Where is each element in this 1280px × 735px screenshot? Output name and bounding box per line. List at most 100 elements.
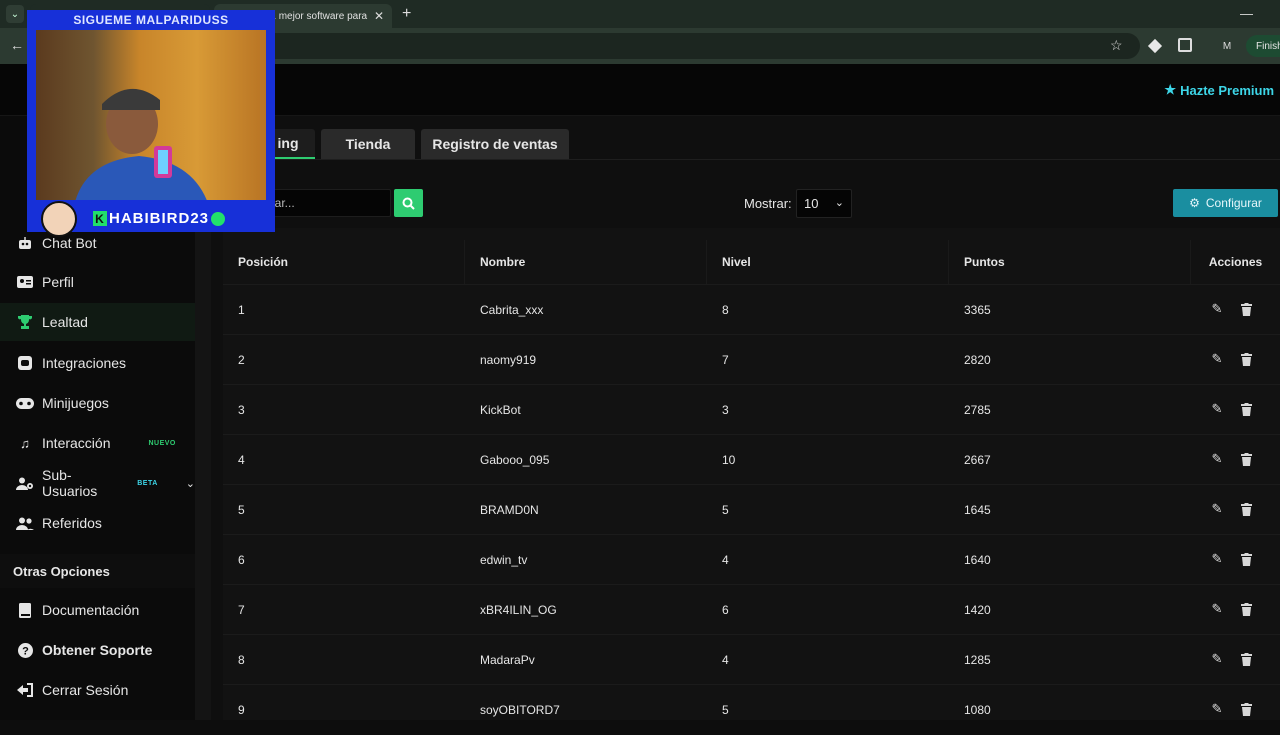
cell-nombre: Gabooo_095 — [480, 453, 550, 467]
configure-button[interactable]: ⚙ Configurar — [1173, 189, 1278, 217]
cell-posicion: 6 — [238, 553, 245, 567]
profile-avatar[interactable]: M — [1218, 37, 1236, 55]
sidebar-item-perfil[interactable]: Perfil — [0, 263, 195, 301]
tab-registro-de-ventas[interactable]: Registro de ventas — [421, 129, 569, 159]
cell-posicion: 2 — [238, 353, 245, 367]
cell-nivel: 3 — [722, 403, 729, 417]
edit-icon[interactable]: ✎ — [1210, 601, 1224, 616]
sidebar-item-lealtad[interactable]: Lealtad — [0, 303, 195, 341]
cell-puntos: 1645 — [964, 503, 991, 517]
question-icon: ? — [16, 642, 34, 658]
sidebar-item-cerrar-sesion[interactable]: Cerrar Sesión — [0, 671, 195, 709]
cell-nombre: edwin_tv — [480, 553, 528, 567]
table-row: 3 KickBot 3 2785 ✎ — [223, 384, 1280, 434]
sidebar-item-label: Lealtad — [42, 314, 88, 330]
edit-icon[interactable]: ✎ — [1210, 301, 1224, 316]
trash-icon[interactable] — [1239, 602, 1253, 616]
cell-posicion: 7 — [238, 603, 245, 617]
cell-nombre: BRAMD0N — [480, 503, 539, 517]
kick-logo-icon: K — [93, 211, 107, 226]
chevron-down-icon[interactable]: ⌄ — [186, 477, 195, 490]
edit-icon[interactable]: ✎ — [1210, 651, 1224, 666]
table-row: 5 BRAMD0N 5 1645 ✎ — [223, 484, 1280, 534]
edit-icon[interactable]: ✎ — [1210, 501, 1224, 516]
close-tab-icon[interactable]: ✕ — [374, 9, 384, 23]
cell-nivel: 10 — [722, 453, 736, 467]
table-row: 6 edwin_tv 4 1640 ✎ — [223, 534, 1280, 584]
trash-icon[interactable] — [1239, 402, 1253, 416]
sidebar-item-label: Documentación — [42, 602, 140, 618]
cell-nombre: xBR4ILIN_OG — [480, 603, 557, 617]
cell-nivel: 7 — [722, 353, 729, 367]
premium-label: Hazte Premium — [1180, 82, 1274, 98]
sidebar-item-minijuegos[interactable]: Minijuegos — [0, 384, 195, 422]
sidebar-item-label: Sub-Usuarios — [42, 467, 98, 499]
edit-icon[interactable]: ✎ — [1210, 351, 1224, 366]
cell-posicion: 8 — [238, 653, 245, 667]
cell-puntos: 3365 — [964, 303, 991, 317]
sidebar-item-label: Interacción — [42, 435, 111, 451]
music-icon: ♫ — [20, 435, 30, 451]
verified-check-icon — [211, 211, 226, 226]
trash-icon[interactable] — [1239, 502, 1253, 516]
cell-nivel: 5 — [722, 703, 729, 717]
trash-icon[interactable] — [1239, 452, 1253, 466]
column-header-nivel: Nivel — [707, 240, 949, 284]
sidebar-item-documentacion[interactable]: Documentación — [0, 591, 195, 629]
extension-diamond-icon[interactable] — [1147, 38, 1163, 54]
show-entries-value: 10 — [804, 196, 819, 211]
premium-link[interactable]: ★ Hazte Premium — [1164, 82, 1274, 98]
cell-nivel: 4 — [722, 653, 729, 667]
cell-puntos: 1080 — [964, 703, 991, 717]
cell-nombre: KickBot — [480, 403, 521, 417]
sidebar-item-label: Chat Bot — [42, 235, 97, 251]
gamepad-icon — [16, 396, 34, 410]
bookmark-star-icon[interactable]: ☆ — [1110, 37, 1123, 54]
trash-icon[interactable] — [1239, 302, 1253, 316]
column-header-nombre: Nombre — [465, 240, 707, 284]
finish-update-button[interactable]: Finish — [1246, 35, 1280, 57]
extensions-puzzle-icon[interactable] — [1178, 38, 1192, 52]
cell-puntos: 2785 — [964, 403, 991, 417]
tab-tienda[interactable]: Tienda — [321, 129, 415, 159]
table-row: 2 naomy919 7 2820 ✎ — [223, 334, 1280, 384]
robot-icon — [16, 236, 34, 250]
cell-posicion: 1 — [238, 303, 245, 317]
sidebar-item-label: Minijuegos — [42, 395, 109, 411]
trash-icon[interactable] — [1239, 552, 1253, 566]
streamer-avatar — [41, 201, 77, 237]
edit-icon[interactable]: ✎ — [1210, 551, 1224, 566]
edit-icon[interactable]: ✎ — [1210, 401, 1224, 416]
edit-icon[interactable]: ✎ — [1210, 701, 1224, 716]
column-header-acciones: Acciones — [1208, 255, 1263, 269]
back-arrow-icon[interactable]: ← — [10, 37, 24, 53]
sidebar-item-integraciones[interactable]: Integraciones — [0, 344, 195, 382]
sidebar-item-obtener-soporte[interactable]: ? Obtener Soporte — [0, 631, 195, 669]
cell-posicion: 5 — [238, 503, 245, 517]
sidebar-item-referidos[interactable]: Referidos — [0, 504, 195, 542]
svg-text:?: ? — [22, 645, 29, 657]
column-header-posicion: Posición — [223, 240, 465, 284]
sidebar-item-label: Cerrar Sesión — [42, 682, 129, 698]
trash-icon[interactable] — [1239, 702, 1253, 716]
table-row: 9 soyOBITORD7 5 1080 ✎ — [223, 684, 1280, 734]
cell-nivel: 8 — [722, 303, 729, 317]
trash-icon[interactable] — [1239, 352, 1253, 366]
new-tab-button[interactable]: + — [402, 5, 411, 23]
show-entries-label: Mostrar: — [744, 196, 792, 211]
sidebar-item-sub-usuarios[interactable]: Sub-Usuarios BETA ⌄ — [0, 464, 195, 502]
show-entries-select[interactable]: 10 ⌄ — [796, 189, 852, 218]
search-button[interactable] — [394, 189, 423, 217]
trash-icon[interactable] — [1239, 652, 1253, 666]
sidebar-item-interaccion[interactable]: ♫ Interacción NUEVO — [0, 424, 195, 462]
tab-search-dropdown[interactable]: ⌄ — [6, 5, 24, 23]
configure-label: Configurar — [1205, 196, 1262, 210]
sidebar-item-label: Referidos — [42, 515, 102, 531]
edit-icon[interactable]: ✎ — [1210, 451, 1224, 466]
minimize-icon[interactable]: — — [1240, 6, 1253, 21]
cell-nivel: 6 — [722, 603, 729, 617]
chevron-down-icon: ⌄ — [834, 197, 844, 209]
new-badge: NUEVO — [148, 439, 176, 447]
table-row: 1 Cabrita_xxx 8 3365 ✎ — [223, 284, 1280, 334]
tab-strip-divider — [211, 159, 1280, 160]
